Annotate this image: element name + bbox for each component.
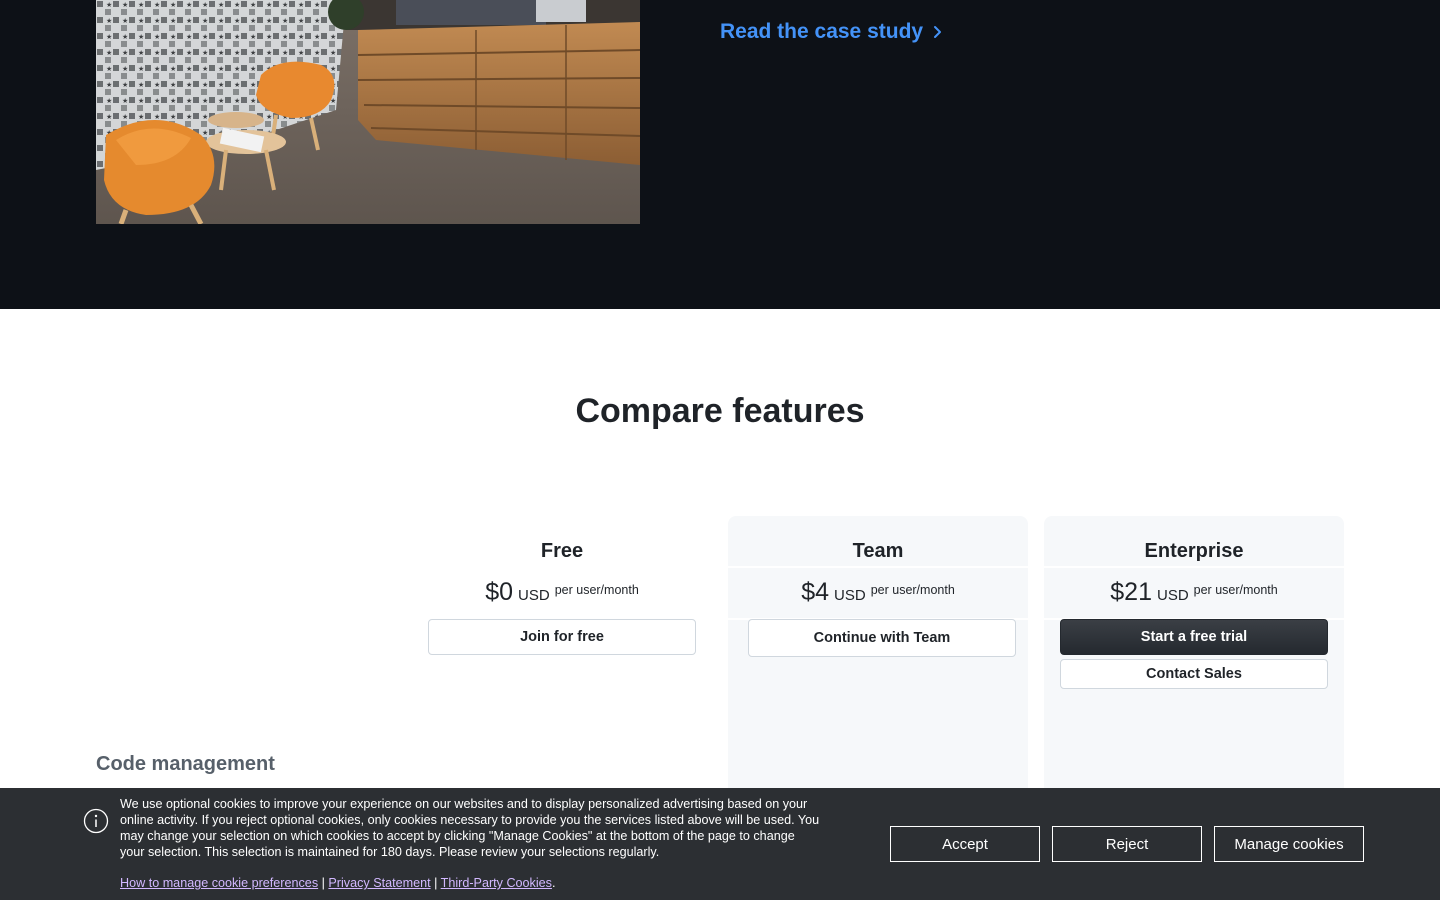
plan-column-team: Team $4 USD per user/month Continue with…	[728, 516, 1028, 790]
privacy-statement-link[interactable]: Privacy Statement	[328, 876, 430, 890]
manage-cookies-button[interactable]: Manage cookies	[1214, 826, 1364, 862]
price-currency: USD	[834, 587, 866, 604]
column-divider	[728, 566, 1028, 568]
column-divider	[1044, 566, 1344, 568]
start-free-trial-button[interactable]: Start a free trial	[1060, 619, 1328, 655]
third-party-cookies-link[interactable]: Third-Party Cookies	[441, 876, 552, 890]
plan-name: Free	[540, 540, 584, 562]
continue-with-team-button[interactable]: Continue with Team	[748, 619, 1016, 657]
read-case-study-label: Read the case study	[720, 20, 924, 43]
cookie-banner: We use optional cookies to improve your …	[0, 788, 1440, 900]
compare-features-title: Compare features	[575, 392, 865, 430]
plan-price: $4 USD per user/month	[728, 578, 1028, 607]
plan-column-free: Free $0 USD per user/month Join for free	[412, 516, 712, 790]
contact-sales-button[interactable]: Contact Sales	[1060, 659, 1328, 689]
price-period: per user/month	[554, 583, 639, 597]
chevron-right-icon	[933, 24, 943, 40]
price-period: per user/month	[870, 583, 955, 597]
code-management-heading: Code management	[96, 753, 275, 775]
reject-cookies-button[interactable]: Reject	[1052, 826, 1202, 862]
price-amount: $21	[1110, 578, 1152, 606]
cookie-notice-text: We use optional cookies to improve your …	[120, 797, 820, 859]
plan-name: Enterprise	[1144, 540, 1244, 562]
plan-column-enterprise: Enterprise $21 USD per user/month Start …	[1044, 516, 1344, 790]
cookie-links: How to manage cookie preferences | Priva…	[120, 876, 555, 890]
price-amount: $4	[801, 578, 830, 606]
plan-price: $0 USD per user/month	[412, 578, 712, 607]
join-for-free-button[interactable]: Join for free	[428, 619, 696, 655]
price-period: per user/month	[1193, 583, 1278, 597]
plan-name: Team	[852, 540, 904, 562]
page: ★	[0, 0, 1440, 900]
read-case-study-link[interactable]: Read the case study	[720, 20, 943, 44]
case-study-section: ★	[0, 0, 1440, 309]
link-end-period: .	[551, 876, 556, 890]
accept-cookies-button[interactable]: Accept	[890, 826, 1040, 862]
plan-price: $21 USD per user/month	[1044, 578, 1344, 607]
price-amount: $0	[485, 578, 514, 606]
manage-cookie-preferences-link[interactable]: How to manage cookie preferences	[120, 876, 318, 890]
case-study-photo: ★	[96, 0, 640, 224]
info-icon	[83, 808, 109, 834]
link-separator: |	[434, 876, 438, 890]
link-separator: |	[321, 876, 325, 890]
price-currency: USD	[518, 587, 550, 604]
price-currency: USD	[1156, 587, 1189, 604]
